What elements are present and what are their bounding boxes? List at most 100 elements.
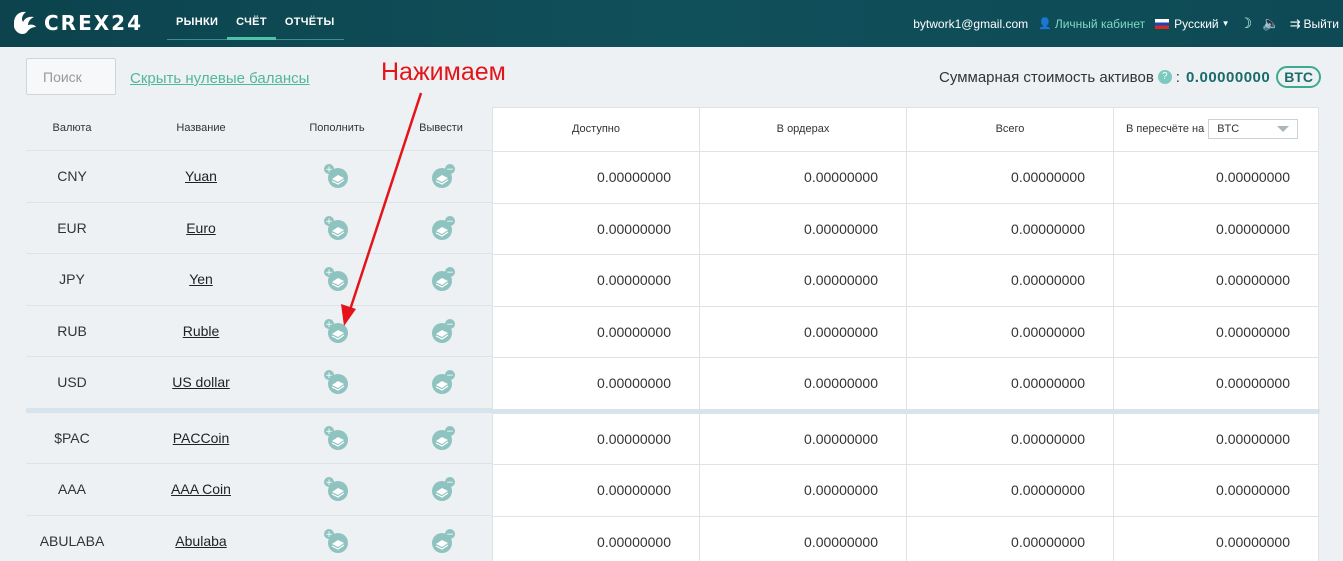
svg-text:−: − (446, 217, 454, 227)
withdraw-coin-icon: − (432, 164, 455, 189)
table-row-values: 0.00000000 0.00000000 0.00000000 0.00000000 (492, 202, 1320, 255)
search-input[interactable] (26, 58, 116, 95)
hide-zero-balances-link[interactable]: Скрыть нулевые балансы (130, 70, 309, 87)
personal-cabinet-link[interactable]: 👤 Личный кабинет (1038, 17, 1145, 31)
withdraw-coin-icon: − (432, 528, 455, 553)
deposit-coin-icon: + (324, 164, 348, 189)
table-row-values: 0.00000000 0.00000000 0.00000000 0.00000000 (492, 357, 1320, 410)
cabinet-label: Личный кабинет (1054, 16, 1146, 31)
currency-code: EUR (57, 219, 87, 236)
annotation-label: Нажимаем (381, 58, 506, 86)
deposit-button[interactable]: + (284, 318, 390, 344)
header-deposit: Пополнить (309, 122, 365, 134)
header-available[interactable]: Доступно (492, 106, 700, 152)
table-row-values: 0.00000000 0.00000000 0.00000000 0.00000000 (492, 254, 1320, 307)
balances-table-left: Валюта Название Пополнить Вывести CNY Yua… (26, 106, 492, 561)
deposit-button[interactable]: + (284, 215, 390, 241)
top-header: CREX24 Рынки Счёт Отчёты bytwork1@gmail.… (0, 0, 1343, 47)
in-orders-value: 0.00000000 (699, 254, 907, 307)
table-row-values: 0.00000000 0.00000000 0.00000000 0.00000000 (492, 151, 1320, 204)
total-value-cell: 0.00000000 (906, 357, 1114, 410)
currency-name-link[interactable]: Ruble (183, 323, 220, 339)
withdraw-button[interactable]: − (390, 163, 492, 189)
currency-code: ABULABA (39, 532, 105, 549)
svg-text:+: + (325, 478, 333, 488)
deposit-coin-icon: + (324, 267, 348, 292)
currency-name-link[interactable]: AAA Coin (171, 481, 231, 497)
header-name[interactable]: Название (118, 122, 284, 134)
withdraw-button[interactable]: − (390, 318, 492, 344)
converted-value: 0.00000000 (1113, 464, 1319, 517)
nav-markets[interactable]: Рынки (167, 0, 227, 40)
header-converted: В пересчёте на BTC (1113, 106, 1319, 152)
user-email[interactable]: bytwork1@gmail.com (913, 17, 1028, 31)
language-selector[interactable]: Русский ▼ (1155, 17, 1230, 31)
logo-text: CREX24 (44, 11, 143, 35)
total-value-cell: 0.00000000 (906, 254, 1114, 307)
withdraw-button[interactable]: − (390, 476, 492, 502)
nav-account[interactable]: Счёт (227, 0, 276, 40)
table-row: $PAC PACCoin + − (26, 413, 492, 464)
person-icon: 👤 (1038, 18, 1052, 30)
converted-currency-select[interactable]: BTC (1208, 119, 1299, 139)
total-assets: Суммарная стоимость активов ? : 0.000000… (939, 66, 1321, 88)
svg-text:+: + (325, 530, 333, 540)
sound-icon[interactable]: 🔈 (1262, 15, 1279, 32)
currency-name-link[interactable]: US dollar (172, 374, 230, 390)
currency-name-link[interactable]: Yen (189, 271, 213, 287)
currency-code: JPY (59, 271, 85, 288)
table-row: JPY Yen + − (26, 254, 492, 306)
logo[interactable]: CREX24 (10, 8, 143, 38)
table-row: USD US dollar + − (26, 357, 492, 409)
svg-text:+: + (325, 217, 333, 227)
table-row: CNY Yuan + − (26, 151, 492, 203)
header-withdraw: Вывести (419, 122, 463, 134)
withdraw-button[interactable]: − (390, 369, 492, 395)
withdraw-button[interactable]: − (390, 528, 492, 554)
night-mode-icon[interactable]: ☽ (1240, 15, 1253, 32)
deposit-button[interactable]: + (284, 369, 390, 395)
header-total[interactable]: Всего (906, 106, 1114, 152)
currency-name-link[interactable]: Abulaba (175, 533, 226, 549)
user-area: bytwork1@gmail.com 👤 Личный кабинет Русс… (913, 0, 1343, 47)
in-orders-value: 0.00000000 (699, 202, 907, 255)
currency-name-link[interactable]: PACCoin (173, 430, 230, 446)
help-icon[interactable]: ? (1157, 70, 1172, 84)
deposit-button[interactable]: + (284, 266, 390, 292)
deposit-button[interactable]: + (284, 476, 390, 502)
header-in-orders[interactable]: В ордерах (699, 106, 907, 152)
logout-button[interactable]: ⇉ Выйти (1290, 16, 1339, 32)
deposit-button[interactable]: + (284, 163, 390, 189)
currency-code: USD (57, 374, 87, 391)
currency-name-link[interactable]: Yuan (185, 168, 217, 184)
withdraw-button[interactable]: − (390, 215, 492, 241)
total-value-cell: 0.00000000 (906, 202, 1114, 255)
logout-icon: ⇉ (1289, 15, 1301, 31)
converted-label: В пересчёте на (1126, 123, 1205, 135)
svg-text:−: − (446, 268, 454, 278)
withdraw-button[interactable]: − (390, 425, 492, 451)
withdraw-button[interactable]: − (390, 266, 492, 292)
svg-text:−: − (446, 530, 454, 540)
converted-value: 0.00000000 (1113, 254, 1319, 307)
currency-code: CNY (57, 168, 87, 185)
withdraw-coin-icon: − (432, 267, 455, 292)
nav-reports[interactable]: Отчёты (276, 0, 344, 40)
total-value-cell: 0.00000000 (906, 464, 1114, 517)
available-value: 0.00000000 (492, 464, 700, 517)
total-currency-badge: BTC (1276, 66, 1321, 88)
currency-name-link[interactable]: Euro (186, 220, 216, 236)
deposit-button[interactable]: + (284, 425, 390, 451)
available-value: 0.00000000 (492, 412, 700, 465)
deposit-button[interactable]: + (284, 528, 390, 554)
in-orders-value: 0.00000000 (699, 412, 907, 465)
deposit-coin-icon: + (324, 215, 348, 240)
caret-down-icon: ▼ (1221, 19, 1230, 28)
logout-label: Выйти (1303, 16, 1339, 31)
total-value-cell: 0.00000000 (906, 412, 1114, 465)
converted-value: 0.00000000 (1113, 151, 1319, 204)
table-row-values: 0.00000000 0.00000000 0.00000000 0.00000000 (492, 464, 1320, 517)
header-currency[interactable]: Валюта (26, 122, 118, 134)
svg-text:−: − (446, 427, 454, 437)
svg-text:−: − (446, 371, 454, 381)
